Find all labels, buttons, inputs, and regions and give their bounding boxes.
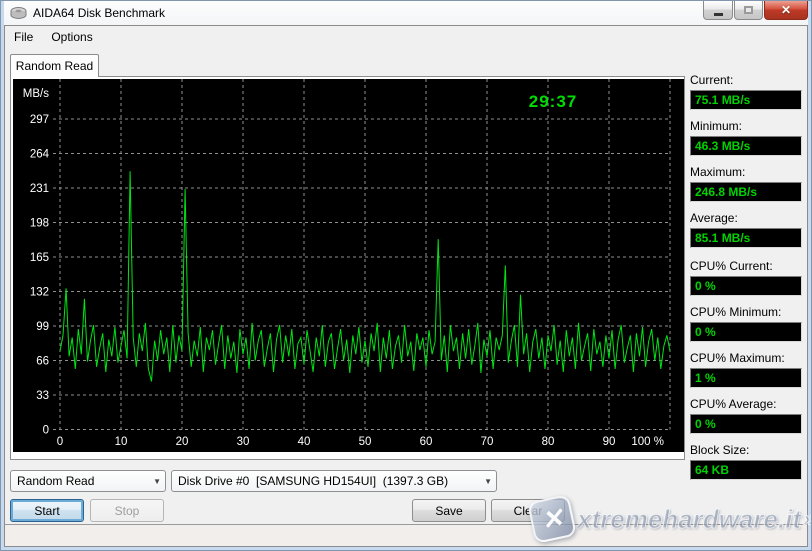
menu-file[interactable]: File (5, 28, 42, 46)
stat-cpu-average: CPU% Average: 0 % (690, 397, 802, 434)
svg-text:198: 198 (30, 218, 49, 230)
bottom-strip (5, 524, 807, 546)
stats-panel: Current: 75.1 MB/s Minimum: 46.3 MB/s Ma… (690, 73, 802, 489)
maximize-icon (744, 6, 753, 14)
tab-page: 0 10 20 30 40 50 60 70 80 90 100 % 297 264 231 198 165 1… (10, 76, 685, 460)
minimize-icon (714, 13, 723, 16)
svg-text:90: 90 (603, 436, 616, 448)
stat-average: Average: 85.1 MB/s (690, 211, 802, 248)
stop-button[interactable]: Stop (90, 499, 164, 522)
stat-block-size: Block Size: 64 KB (690, 443, 802, 480)
svg-text:165: 165 (30, 252, 49, 264)
chevron-down-icon: ▼ (484, 477, 492, 486)
minimize-button[interactable] (703, 1, 733, 20)
window-title: AIDA64 Disk Benchmark (33, 6, 165, 20)
svg-text:231: 231 (30, 183, 49, 195)
stat-cpu-maximum: CPU% Maximum: 1 % (690, 351, 802, 388)
svg-text:30: 30 (237, 436, 250, 448)
stat-label: Block Size: (690, 443, 802, 457)
stat-value: 246.8 MB/s (690, 182, 802, 202)
stat-maximum: Maximum: 246.8 MB/s (690, 165, 802, 202)
stat-current: Current: 75.1 MB/s (690, 73, 802, 110)
test-type-select[interactable]: Random Read ▼ (10, 470, 166, 492)
stat-label: Average: (690, 211, 802, 225)
stat-label: Minimum: (690, 119, 802, 133)
stat-value: 1 % (690, 368, 802, 388)
svg-text:20: 20 (176, 436, 189, 448)
maximize-button[interactable] (734, 1, 763, 20)
stat-label: CPU% Current: (690, 259, 802, 273)
stat-value: 85.1 MB/s (690, 228, 802, 248)
menu-options[interactable]: Options (42, 28, 101, 46)
svg-text:264: 264 (30, 149, 50, 161)
menu-bar: File Options (5, 26, 807, 47)
test-type-value: Random Read (17, 474, 149, 488)
title-bar[interactable]: AIDA64 Disk Benchmark (4, 1, 808, 25)
stat-value: 0 % (690, 276, 802, 296)
stat-value: 64 KB (690, 460, 802, 480)
stat-label: Current: (690, 73, 802, 87)
stat-value: 46.3 MB/s (690, 136, 802, 156)
disk-drive-icon (10, 6, 27, 20)
svg-text:297: 297 (30, 114, 49, 126)
svg-text:132: 132 (30, 287, 49, 299)
save-button[interactable]: Save (412, 499, 486, 522)
svg-text:33: 33 (36, 390, 49, 402)
tab-random-read[interactable]: Random Read (10, 54, 99, 77)
svg-text:50: 50 (359, 436, 372, 448)
stat-cpu-minimum: CPU% Minimum: 0 % (690, 305, 802, 342)
start-button[interactable]: Start (10, 499, 84, 522)
stat-label: CPU% Maximum: (690, 351, 802, 365)
svg-text:80: 80 (542, 436, 555, 448)
stat-label: Maximum: (690, 165, 802, 179)
close-button[interactable]: ✕ (764, 1, 808, 20)
svg-text:70: 70 (481, 436, 494, 448)
svg-text:0: 0 (57, 436, 63, 448)
stat-value: 0 % (690, 414, 802, 434)
svg-text:40: 40 (298, 436, 311, 448)
disk-drive-select[interactable]: Disk Drive #0 [SAMSUNG HD154UI] (1397.3 … (171, 470, 497, 492)
svg-text:10: 10 (115, 436, 128, 448)
window-controls: ✕ (702, 1, 808, 20)
stat-value: 75.1 MB/s (690, 90, 802, 110)
app-window: AIDA64 Disk Benchmark ✕ File Options Ran… (0, 0, 812, 551)
chevron-down-icon: ▼ (153, 477, 161, 486)
stat-label: CPU% Minimum: (690, 305, 802, 319)
svg-text:29:37: 29:37 (529, 92, 577, 111)
svg-text:MB/s: MB/s (23, 88, 49, 100)
svg-text:100 %: 100 % (631, 436, 664, 448)
svg-text:60: 60 (420, 436, 433, 448)
stat-value: 0 % (690, 322, 802, 342)
svg-text:99: 99 (36, 321, 49, 333)
client-area: File Options Random Read 0 10 20 30 40 50 60 70… (4, 25, 808, 547)
svg-text:0: 0 (43, 425, 49, 437)
svg-text:66: 66 (36, 356, 49, 368)
stat-label: CPU% Average: (690, 397, 802, 411)
close-icon: ✕ (781, 3, 791, 17)
disk-drive-value: Disk Drive #0 [SAMSUNG HD154UI] (1397.3 … (178, 474, 480, 488)
stat-minimum: Minimum: 46.3 MB/s (690, 119, 802, 156)
stat-cpu-current: CPU% Current: 0 % (690, 259, 802, 296)
clear-button[interactable]: Clear (491, 499, 565, 522)
benchmark-chart: 0 10 20 30 40 50 60 70 80 90 100 % 297 264 231 198 165 1… (13, 79, 684, 452)
